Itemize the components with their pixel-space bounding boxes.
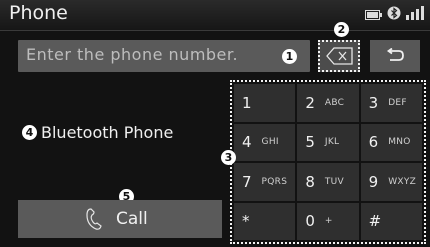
key-8[interactable]: 8 TUV [297,163,359,201]
battery-icon [365,5,382,24]
key-7[interactable]: 7 PQRS [234,163,296,201]
signal-icon [406,5,424,24]
title-bar: Phone [0,0,430,31]
key-5[interactable]: 5 JKL [297,123,359,161]
keypad: 1 2 ABC 3 DEF 4 GHI 5 JKL 6 MNO 7 PQRS 8 TUV 9W… [230,80,426,244]
key-0[interactable]: 0 + [297,202,359,240]
bluetooth-phone-text: Bluetooth Phone [41,123,174,142]
marker-3: 3 [221,150,236,165]
delete-button[interactable] [318,40,360,72]
bluetooth-icon [387,5,401,24]
call-label: Call [116,209,148,229]
page-title: Phone [9,2,68,24]
phone-number-input[interactable]: Enter the phone number. [18,40,310,72]
key-2[interactable]: 2 ABC [297,84,359,122]
key-1[interactable]: 1 [234,84,296,122]
key-hash[interactable]: # [360,202,422,240]
marker-1: 1 [282,49,297,64]
key-star[interactable]: * [234,202,296,240]
key-9[interactable]: 9 WXYZ [360,163,422,201]
key-4[interactable]: 4 GHI [234,123,296,161]
phone-number-placeholder: Enter the phone number. [26,45,239,64]
call-button[interactable]: Call [18,200,222,238]
marker-4: 4 [22,125,37,140]
status-icons [365,5,424,24]
key-6[interactable]: 6 MNO [360,123,422,161]
marker-2: 2 [334,22,349,37]
backspace-icon [326,47,354,69]
return-arrow-icon [386,47,404,68]
bluetooth-phone-label: 4 Bluetooth Phone [22,123,173,142]
back-button[interactable] [370,40,420,72]
key-3[interactable]: 3 DEF [360,84,422,122]
